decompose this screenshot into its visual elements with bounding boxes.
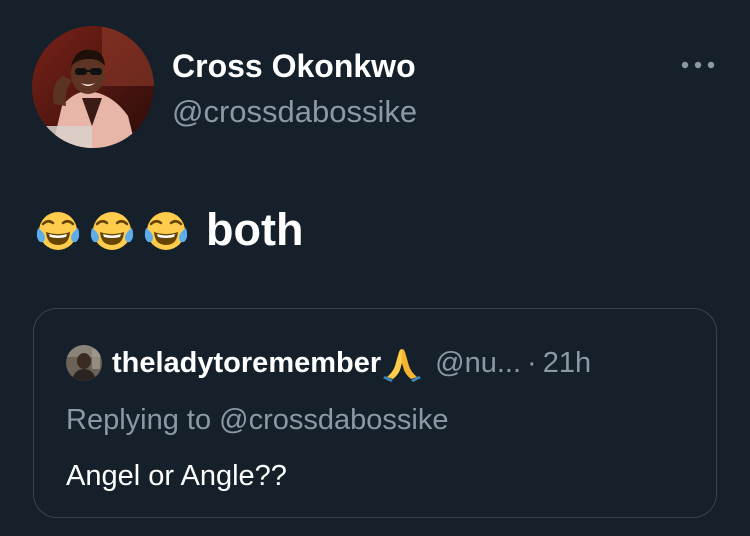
more-options-button[interactable] [678, 50, 718, 80]
replying-to-line: Replying to @crossdabossike [66, 401, 448, 439]
quoted-author-avatar[interactable] [66, 345, 102, 381]
tweet-text: both [34, 202, 303, 258]
tears-of-joy-emoji-icon [34, 206, 82, 254]
author-name[interactable]: Cross Okonkwo [172, 46, 416, 86]
replying-to-prefix: Replying to [66, 404, 220, 436]
quoted-tweet-time[interactable]: 21h [543, 347, 591, 380]
folded-hands-emoji-icon [383, 344, 422, 382]
tears-of-joy-emoji-icon [142, 206, 190, 254]
more-horizontal-icon [681, 61, 715, 69]
quoted-author-handle[interactable]: @nu... [435, 347, 521, 380]
avatar-photo [32, 26, 154, 148]
quoted-author-name[interactable]: theladytoremember [112, 347, 381, 380]
author-avatar[interactable] [32, 26, 154, 148]
separator-dot: · [527, 346, 537, 379]
replying-to-mention-link[interactable]: @crossdabossike [219, 404, 448, 436]
tweet-body-text: both [206, 204, 304, 255]
author-handle[interactable]: @crossdabossike [172, 92, 417, 132]
tears-of-joy-emoji-icon [88, 206, 136, 254]
quoted-tweet-header: theladytoremember @nu... · 21h [66, 343, 591, 383]
quoted-tweet-card[interactable]: theladytoremember @nu... · 21h Replying … [33, 308, 717, 518]
quoted-tweet-text: Angel or Angle?? [66, 460, 287, 492]
